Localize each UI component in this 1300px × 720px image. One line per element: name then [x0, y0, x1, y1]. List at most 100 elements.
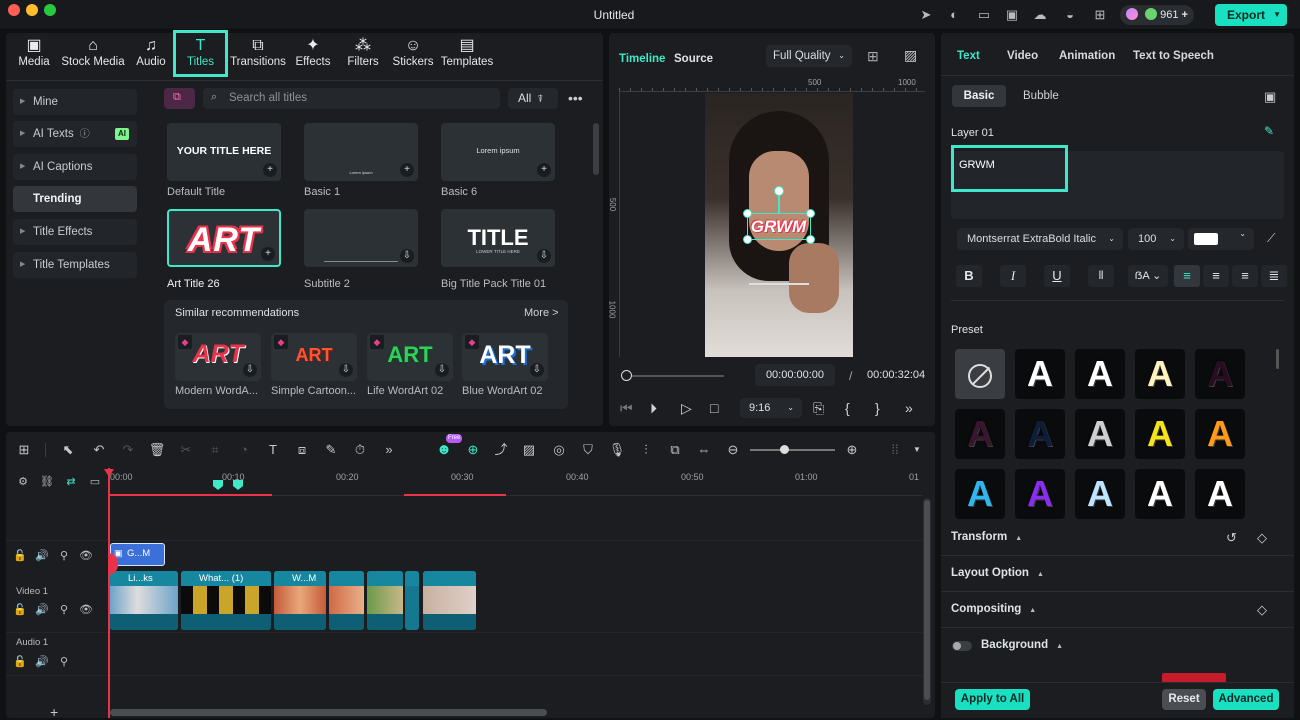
layout-icon[interactable]: ▭	[976, 7, 992, 23]
save-icon[interactable]: ▣	[1004, 7, 1020, 23]
font-dropdown[interactable]: Montserrat ExtraBold Italic ⌄	[957, 228, 1123, 250]
download-icon[interactable]: ⇩	[530, 363, 544, 377]
volume-icon[interactable]: 🔊	[35, 549, 49, 562]
align-left-button[interactable]: ≡	[1174, 265, 1200, 287]
justify-button[interactable]: ≣	[1261, 265, 1287, 287]
preset-item[interactable]: A	[1015, 469, 1065, 519]
split-icon[interactable]: ✂	[177, 441, 195, 459]
italic-button[interactable]: I	[1000, 265, 1026, 287]
add-icon[interactable]: +	[537, 163, 551, 177]
grid-view-icon[interactable]: ⊞	[867, 48, 879, 65]
zoom-slider-handle[interactable]	[780, 445, 789, 454]
mute-icon[interactable]: ⚲	[57, 655, 71, 668]
ai-text-edit-icon[interactable]: ✎	[1264, 124, 1274, 138]
download-icon[interactable]: ⇩	[537, 249, 551, 263]
video-clip[interactable]	[329, 571, 364, 630]
ai-title-button[interactable]: ⧉	[164, 88, 195, 109]
lock-icon[interactable]: 🔓	[13, 549, 27, 562]
category-ai-captions[interactable]: ▶ AI Captions	[13, 154, 137, 180]
video-clip[interactable]: W...M	[274, 571, 326, 630]
undo-icon[interactable]: ↶	[90, 441, 108, 459]
preset-item[interactable]: A	[1075, 349, 1125, 399]
rotate-handle[interactable]	[774, 186, 784, 196]
preset-item[interactable]: A	[1075, 409, 1125, 459]
delete-icon[interactable]: 🗑	[148, 441, 166, 459]
category-title-templates[interactable]: ▶ Title Templates	[13, 252, 137, 278]
preset-item[interactable]: A	[1135, 349, 1185, 399]
eyedropper-icon[interactable]: ⟋	[1267, 231, 1275, 246]
auto-reframe-icon[interactable]: ◎	[550, 441, 568, 459]
download-icon[interactable]: ⇩	[400, 249, 414, 263]
prev-frame-icon[interactable]: ⏮	[620, 399, 633, 417]
video-clip[interactable]	[405, 571, 419, 630]
preset-item[interactable]: A	[1195, 469, 1245, 519]
add-icon[interactable]: +	[400, 163, 414, 177]
resize-handle[interactable]	[806, 209, 815, 218]
track-link-icon[interactable]: ⇄	[64, 475, 78, 488]
stop-icon[interactable]: □	[710, 399, 718, 417]
snapshot-icon[interactable]: ▨	[904, 47, 917, 64]
mute-icon[interactable]: ⚲	[57, 603, 71, 616]
tab-audio[interactable]: ♫ Audio	[132, 36, 170, 76]
lock-icon[interactable]: 🔓	[13, 603, 27, 616]
tab-animation[interactable]: Animation	[1059, 50, 1115, 62]
fit-icon[interactable]: ⇔	[695, 441, 713, 459]
preset-item[interactable]: A	[1135, 409, 1185, 459]
play-icon[interactable]: ▷	[681, 399, 692, 417]
preset-item[interactable]: A	[1015, 349, 1065, 399]
link-icon[interactable]: ⛓	[40, 475, 54, 488]
track-options-icon[interactable]: ⁞⁞	[886, 441, 904, 459]
eye-icon[interactable]: 👁	[79, 549, 93, 562]
text-selection-box[interactable]: GRWM	[743, 209, 815, 244]
chevron-down-icon[interactable]: ▼	[908, 441, 926, 459]
apply-to-all-button[interactable]: Apply to All	[955, 689, 1030, 710]
tab-text-to-speech[interactable]: Text to Speech	[1133, 50, 1214, 62]
reset-button[interactable]: Reset	[1162, 689, 1206, 710]
underline-button[interactable]: U	[1044, 265, 1070, 287]
mark-out-icon[interactable]: }	[875, 399, 880, 417]
microphone-icon[interactable]: 🎙	[608, 441, 626, 459]
step-back-icon[interactable]: ⏵	[650, 399, 657, 417]
ai-robot-icon[interactable]: ☻	[435, 441, 453, 459]
tab-filters[interactable]: ⁂ Filters	[343, 36, 383, 76]
preset-item[interactable]: A	[955, 409, 1005, 459]
playback-scrubber[interactable]	[624, 375, 724, 377]
color-picker[interactable]: ⌄	[1188, 228, 1254, 250]
video-clip[interactable]	[367, 571, 403, 630]
category-mine[interactable]: ▶ Mine	[13, 89, 137, 115]
filter-dropdown[interactable]: All ⍒	[508, 88, 558, 109]
video-clip[interactable]: What... (1)	[181, 571, 271, 630]
title-clip[interactable]: ▣ G...M	[110, 543, 165, 566]
audio-mixer-icon[interactable]: ⫶	[637, 441, 655, 459]
preset-item[interactable]: A	[1075, 469, 1125, 519]
marker-icon[interactable]: ⎘	[813, 399, 824, 417]
align-right-button[interactable]: ≡	[1232, 265, 1258, 287]
tab-source[interactable]: Source	[674, 53, 713, 65]
bold-button[interactable]: B	[956, 265, 982, 287]
title-thumb-basic-1[interactable]: Lorem ipsum +	[304, 123, 418, 181]
category-trending[interactable]: Trending	[13, 186, 137, 212]
download-icon[interactable]: ⇩	[435, 363, 449, 377]
scrubber-handle[interactable]	[621, 370, 632, 381]
help-icon[interactable]: ⓘ	[80, 129, 90, 140]
zoom-slider[interactable]	[750, 449, 835, 451]
credits-badge[interactable]: 961 +	[1120, 5, 1194, 25]
preset-item[interactable]: A	[1015, 409, 1065, 459]
lock-icon[interactable]: 🔓	[13, 655, 27, 668]
preset-item[interactable]: A	[1195, 349, 1245, 399]
tab-templates[interactable]: ▤ Templates	[440, 36, 494, 76]
tab-stock-media[interactable]: ⌂ Stock Media	[60, 36, 126, 76]
tab-timeline[interactable]: Timeline	[619, 53, 665, 65]
headset-icon[interactable]: ◒	[1062, 7, 1078, 23]
send-icon[interactable]: ➤	[918, 7, 934, 23]
zoom-in-icon[interactable]: ⊕	[843, 441, 861, 459]
font-size-dropdown[interactable]: 100 ⌄	[1128, 228, 1184, 250]
chevron-down-icon[interactable]: ▼	[1273, 4, 1281, 26]
image-tool-icon[interactable]: ▨	[520, 441, 538, 459]
scroll-thumb[interactable]	[924, 500, 930, 700]
tab-media[interactable]: ▣ Media	[12, 36, 56, 76]
volume-icon[interactable]: 🔊	[35, 603, 49, 616]
draw-icon[interactable]: ✎	[322, 441, 340, 459]
zoom-out-icon[interactable]: ⊖	[724, 441, 742, 459]
add-icon[interactable]: +	[263, 163, 277, 177]
